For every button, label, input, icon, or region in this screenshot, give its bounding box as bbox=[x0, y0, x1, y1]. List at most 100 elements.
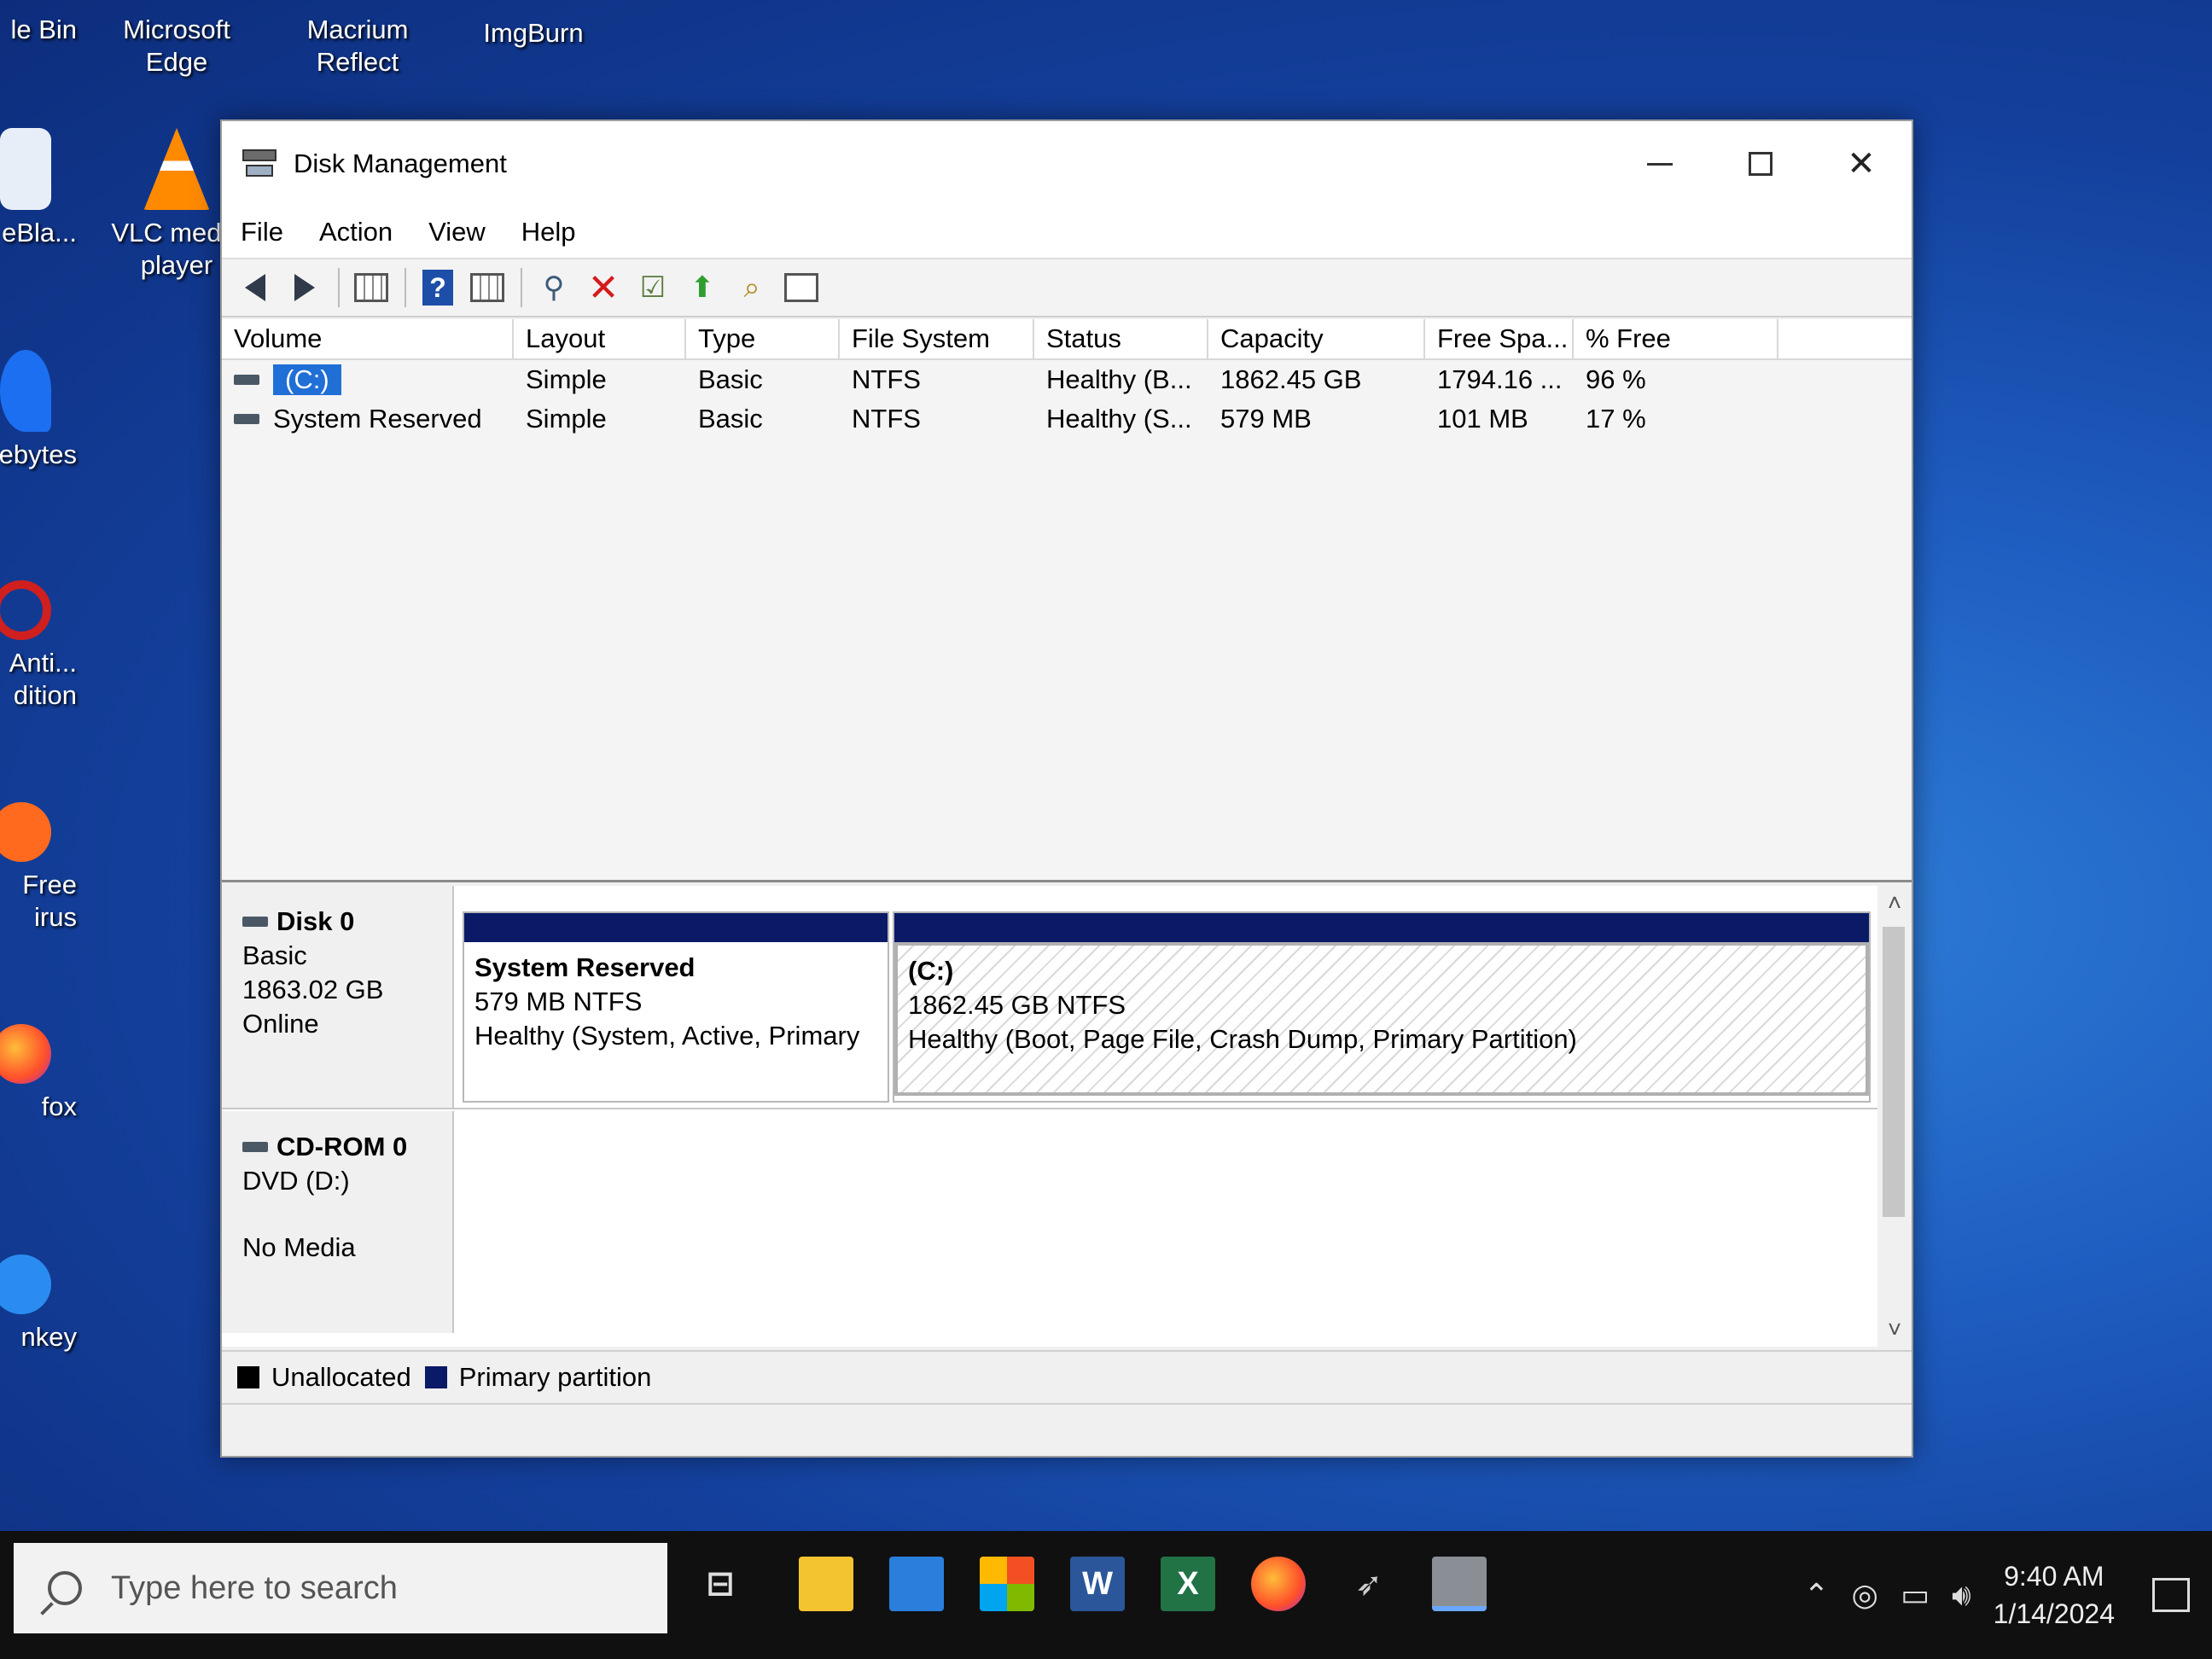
store-icon[interactable] bbox=[980, 1557, 1034, 1611]
maximize-button[interactable] bbox=[1710, 121, 1811, 207]
scroll-up-icon[interactable]: ˄ bbox=[1877, 889, 1912, 917]
file-explorer-icon[interactable] bbox=[799, 1557, 853, 1611]
volume-cell: (C:) bbox=[222, 360, 514, 399]
network-icon[interactable]: ▭ bbox=[1901, 1577, 1930, 1613]
table-row[interactable]: System Reserved Simple Basic NTFS Health… bbox=[222, 399, 1912, 439]
column-header-capacity[interactable]: Capacity bbox=[1208, 319, 1425, 358]
forward-icon bbox=[294, 274, 315, 301]
scroll-thumb[interactable] bbox=[1883, 927, 1905, 1217]
menu-action[interactable]: Action bbox=[319, 217, 393, 247]
close-button[interactable]: ✕ bbox=[1811, 121, 1912, 207]
desktop-icon-label: ImgBurn bbox=[483, 18, 584, 48]
minimize-button[interactable] bbox=[1610, 121, 1710, 207]
view-icon bbox=[784, 273, 818, 302]
mail-icon[interactable] bbox=[889, 1557, 944, 1611]
clock-date: 1/14/2024 bbox=[1993, 1598, 2115, 1629]
table-row[interactable]: (C:) Simple Basic NTFS Healthy (B... 186… bbox=[222, 360, 1912, 399]
desktop-icon-shield[interactable]: eBla... bbox=[0, 128, 77, 249]
partition-system-reserved[interactable]: System Reserved 579 MB NTFS Healthy (Sys… bbox=[463, 911, 889, 1103]
disk-0-label[interactable]: Disk 0 Basic 1863.02 GB Online bbox=[222, 886, 454, 1108]
app-icon[interactable]: ➶ bbox=[1342, 1557, 1396, 1611]
excel-icon[interactable]: X bbox=[1161, 1557, 1215, 1611]
column-header-volume[interactable]: Volume bbox=[222, 319, 514, 358]
properties-button[interactable] bbox=[466, 266, 509, 309]
legend-item-unallocated: Unallocated bbox=[237, 1362, 411, 1393]
desktop-icon-malwarebytes[interactable]: ebytes bbox=[0, 350, 77, 471]
connect-button[interactable]: ⚲ bbox=[533, 266, 575, 309]
notification-icon[interactable] bbox=[2152, 1578, 2190, 1612]
console-tree-icon bbox=[354, 273, 388, 302]
disk-name: Disk 0 bbox=[276, 906, 355, 936]
vlc-cone-icon bbox=[143, 128, 210, 210]
system-tray: ⌃ ◎ ▭ 🔊︎ 9:40 AM 1/14/2024 bbox=[1803, 1531, 2212, 1659]
maximize-icon bbox=[1749, 152, 1773, 176]
disk-management-taskbar-icon[interactable] bbox=[1432, 1557, 1487, 1611]
type-cell: Basic bbox=[698, 364, 763, 394]
minimize-icon bbox=[1647, 162, 1673, 166]
window-title: Disk Management bbox=[294, 148, 507, 178]
menu-file[interactable]: File bbox=[241, 217, 283, 247]
desktop-icon-recycle-bin[interactable]: le Bin bbox=[0, 14, 77, 46]
drive-icon bbox=[234, 375, 259, 385]
check-button[interactable]: ☑ bbox=[632, 266, 674, 309]
toolbar-separator bbox=[338, 268, 340, 307]
task-view-icon[interactable]: ⊟ bbox=[693, 1557, 748, 1611]
column-header-status[interactable]: Status bbox=[1034, 319, 1208, 358]
volume-icon[interactable]: 🔊︎ bbox=[1952, 1577, 1971, 1614]
menu-help[interactable]: Help bbox=[521, 217, 576, 247]
connect-icon: ⚲ bbox=[543, 271, 565, 304]
desktop-icon-edge[interactable]: Microsoft Edge bbox=[104, 14, 249, 79]
no-sign-icon bbox=[0, 580, 51, 640]
menu-view[interactable]: View bbox=[428, 217, 486, 247]
volume-list-header: Volume Layout Type File System Status Ca… bbox=[222, 319, 1912, 360]
column-header-percent-free[interactable]: % Free bbox=[1574, 319, 1778, 358]
desktop-icon-imgburn[interactable]: ImgBurn bbox=[461, 17, 606, 49]
malwarebytes-icon bbox=[0, 350, 51, 432]
menu-bar: File Action View Help bbox=[222, 207, 1912, 259]
help-button[interactable]: ? bbox=[416, 266, 459, 309]
volume-name: (C:) bbox=[273, 364, 341, 395]
status-cell: Healthy (B... bbox=[1046, 364, 1192, 394]
column-header-type[interactable]: Type bbox=[686, 319, 840, 358]
title-bar[interactable]: Disk Management ✕ bbox=[222, 121, 1912, 207]
clock[interactable]: 9:40 AM 1/14/2024 bbox=[1994, 1557, 2115, 1633]
disk-size: 1863.02 GB bbox=[242, 975, 384, 1004]
search-icon bbox=[48, 1571, 82, 1605]
disk-name-wrap: CD-ROM 0 bbox=[242, 1130, 452, 1164]
view-button[interactable] bbox=[780, 266, 823, 309]
search-button[interactable]: ⌕ bbox=[731, 266, 773, 309]
taskbar-search-box[interactable]: Type here to search bbox=[14, 1543, 667, 1633]
disk-type: Basic bbox=[242, 940, 307, 970]
desktop-icon-macrium[interactable]: Macrium Reflect bbox=[285, 14, 430, 79]
desktop-icon-label: nkey bbox=[20, 1322, 77, 1352]
disk-map-scrollbar[interactable]: ˄ ˅ bbox=[1877, 886, 1912, 1347]
delete-button[interactable]: ✕ bbox=[582, 266, 625, 309]
back-button[interactable] bbox=[234, 266, 276, 309]
cdrom-0-label[interactable]: CD-ROM 0 DVD (D:) No Media bbox=[222, 1111, 454, 1333]
desktop-icon-label: eBla... bbox=[2, 218, 77, 247]
desktop-icon-antivirus[interactable]: Anti... dition bbox=[0, 580, 77, 712]
chevron-up-icon[interactable]: ⌃ bbox=[1803, 1577, 1829, 1613]
disk-name: CD-ROM 0 bbox=[276, 1132, 408, 1161]
up-button[interactable]: ⬆ bbox=[681, 266, 724, 309]
capacity-cell: 579 MB bbox=[1220, 404, 1312, 434]
partition-c[interactable]: (C:) 1862.45 GB NTFS Healthy (Boot, Page… bbox=[893, 911, 1871, 1103]
drive-icon bbox=[234, 414, 259, 424]
column-header-layout[interactable]: Layout bbox=[514, 319, 686, 358]
forward-button[interactable] bbox=[283, 266, 326, 309]
desktop-icon-firefox[interactable]: fox bbox=[0, 1024, 77, 1123]
scroll-down-icon[interactable]: ˅ bbox=[1877, 1316, 1912, 1343]
desktop-icon-monkey[interactable]: nkey bbox=[0, 1254, 77, 1353]
capacity-cell: 1862.45 GB bbox=[1220, 364, 1362, 394]
column-header-free-space[interactable]: Free Spa... bbox=[1425, 319, 1574, 358]
desktop-icon-label: le Bin bbox=[10, 15, 77, 44]
console-tree-button[interactable] bbox=[350, 266, 393, 309]
desktop-icon-free-antivirus[interactable]: Free irus bbox=[0, 802, 77, 934]
disk-management-icon bbox=[242, 149, 276, 178]
firefox-icon[interactable] bbox=[1251, 1557, 1306, 1611]
column-header-file-system[interactable]: File System bbox=[840, 319, 1034, 358]
webcam-icon[interactable]: ◎ bbox=[1852, 1577, 1878, 1613]
disk-management-window: Disk Management ✕ File Action View Help … bbox=[220, 119, 1913, 1458]
word-icon[interactable]: W bbox=[1070, 1557, 1125, 1611]
